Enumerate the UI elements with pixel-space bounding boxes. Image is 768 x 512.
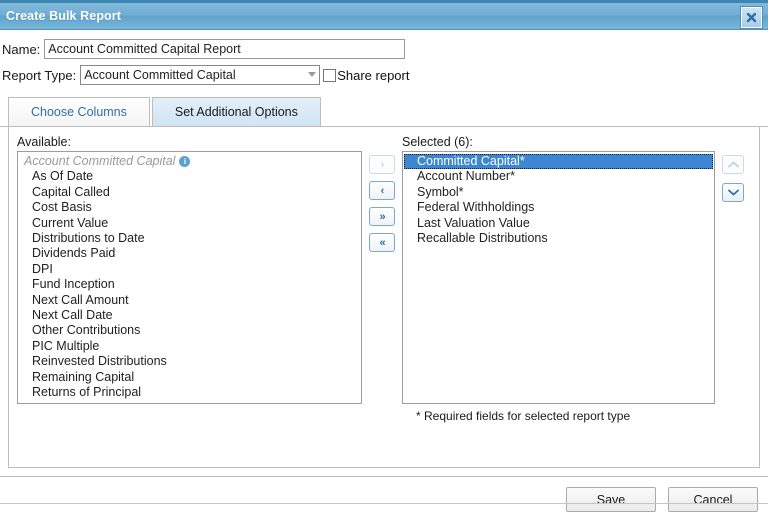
available-group-header: Account Committed Capital i: [18, 154, 361, 169]
available-listbox[interactable]: Account Committed Capital i As Of Date Ca…: [17, 151, 362, 404]
available-list-item[interactable]: Returns of Principal: [18, 385, 361, 400]
save-button[interactable]: Save: [566, 487, 656, 512]
available-list-item[interactable]: DPI: [18, 262, 361, 277]
selected-list-item[interactable]: Last Valuation Value: [403, 216, 714, 231]
available-list-item[interactable]: Remaining Capital: [18, 370, 361, 385]
bottom-divider: [0, 503, 768, 504]
available-list-item[interactable]: Dividends Paid: [18, 246, 361, 261]
move-up-button[interactable]: [722, 155, 744, 174]
available-list-item[interactable]: Next Call Amount: [18, 293, 361, 308]
transfer-button-group: › ‹ » «: [362, 133, 402, 459]
available-list-item[interactable]: Distributions to Date: [18, 231, 361, 246]
move-all-left-icon: «: [379, 236, 385, 249]
tab-set-additional-options[interactable]: Set Additional Options: [151, 97, 321, 127]
selected-list-item[interactable]: Federal Withholdings: [403, 200, 714, 215]
form-area: Name: Report Type: Account Committed Cap…: [0, 30, 768, 88]
report-type-select[interactable]: Account Committed Capital: [80, 65, 321, 85]
dialog-title-bar: Create Bulk Report: [0, 0, 768, 30]
available-caption: Available:: [17, 135, 71, 149]
tab-bar: Choose Columns Set Additional Options: [0, 95, 768, 127]
available-list-item[interactable]: Fund Inception: [18, 277, 361, 292]
move-all-right-button[interactable]: »: [369, 207, 395, 226]
tab-set-additional-options-label: Set Additional Options: [174, 105, 298, 119]
dialog-title: Create Bulk Report: [6, 9, 122, 23]
selected-list-item[interactable]: Recallable Distributions: [403, 231, 714, 246]
name-row: Name:: [0, 36, 768, 62]
report-type-row: Report Type: Account Committed Capital S…: [0, 62, 768, 88]
column-chooser-panel: Available: Account Committed Capital i A…: [8, 127, 760, 468]
selected-items: Committed Capital* Account Number* Symbol*…: [403, 154, 714, 246]
available-list-item[interactable]: Other Contributions: [18, 323, 361, 338]
available-group-label: Account Committed Capital: [24, 154, 176, 168]
available-list-item[interactable]: PIC Multiple: [18, 339, 361, 354]
available-list-item[interactable]: Reinvested Distributions: [18, 354, 361, 369]
report-type-value: Account Committed Capital: [80, 65, 321, 85]
close-button[interactable]: [740, 6, 763, 29]
tab-choose-columns[interactable]: Choose Columns: [8, 97, 150, 127]
chevron-down-icon: [727, 186, 740, 200]
available-list-item[interactable]: Current Value: [18, 216, 361, 231]
selected-list-item[interactable]: Account Number*: [403, 169, 714, 184]
available-list-item[interactable]: Cost Basis: [18, 200, 361, 215]
chevron-up-icon: [727, 158, 740, 172]
cancel-button[interactable]: Cancel: [668, 487, 758, 512]
reorder-button-group: [715, 133, 751, 459]
available-column: Available: Account Committed Capital i A…: [17, 133, 362, 459]
dialog-footer: Save Cancel: [0, 476, 768, 512]
close-icon: [746, 12, 757, 23]
selected-listbox[interactable]: Committed Capital* Account Number* Symbol*…: [402, 151, 715, 404]
chevron-down-icon: [308, 72, 317, 77]
move-all-right-icon: »: [379, 210, 385, 223]
selected-column: Selected (6): Committed Capital* Account …: [402, 133, 715, 459]
columns-container: Available: Account Committed Capital i A…: [17, 133, 751, 459]
available-list-item[interactable]: As Of Date: [18, 169, 361, 184]
report-name-input[interactable]: [44, 39, 406, 59]
available-list-item[interactable]: Next Call Date: [18, 308, 361, 323]
move-left-button[interactable]: ‹: [369, 181, 395, 200]
name-label: Name:: [2, 41, 41, 57]
move-down-button[interactable]: [722, 183, 744, 202]
move-right-icon: ›: [380, 158, 385, 171]
share-report-checkbox[interactable]: [323, 68, 337, 82]
available-items: As Of Date Capital Called Cost Basis Curren…: [18, 169, 361, 404]
move-right-button[interactable]: ›: [369, 155, 395, 174]
share-report-label: Share report: [337, 67, 410, 83]
available-list-item[interactable]: Capital Called: [18, 185, 361, 200]
selected-list-item[interactable]: Symbol*: [403, 185, 714, 200]
move-left-icon: ‹: [380, 184, 385, 197]
share-report-field[interactable]: Share report: [320, 68, 409, 83]
available-list-item[interactable]: ROI: [18, 401, 361, 404]
selected-caption: Selected (6):: [402, 135, 473, 149]
info-icon[interactable]: i: [179, 156, 191, 168]
create-bulk-report-dialog: Create Bulk Report Name: Report Type: Ac…: [0, 0, 768, 512]
tab-choose-columns-label: Choose Columns: [31, 105, 127, 119]
required-fields-note: * Required fields for selected report ty…: [416, 409, 631, 423]
report-type-label: Report Type:: [2, 67, 77, 83]
move-all-left-button[interactable]: «: [369, 233, 395, 252]
selected-list-item[interactable]: Committed Capital*: [404, 154, 713, 170]
